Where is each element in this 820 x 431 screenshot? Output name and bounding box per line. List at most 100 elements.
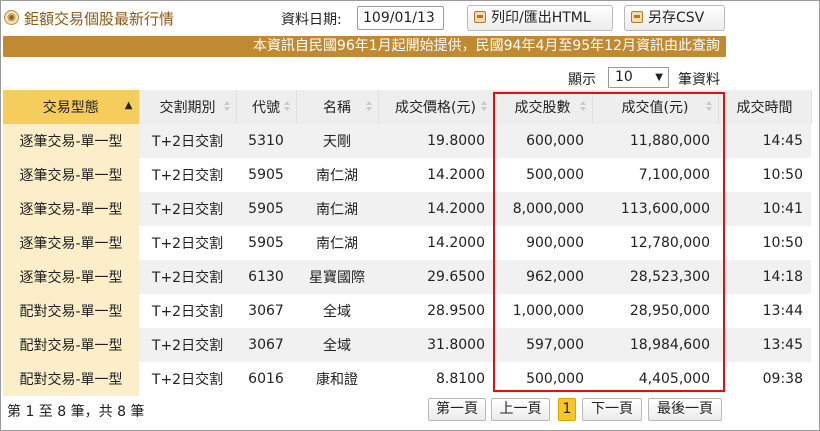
cell-code: 6016 bbox=[236, 362, 296, 396]
cell-code: 3067 bbox=[236, 294, 296, 328]
cell-trade-type: 逐筆交易-單一型 bbox=[3, 192, 139, 226]
cell-settlement: T+2日交割 bbox=[139, 362, 236, 396]
col-header-name[interactable]: 名稱 bbox=[296, 90, 379, 124]
cell-time: 13:45 bbox=[718, 328, 811, 362]
cell-name: 星寶國際 bbox=[296, 260, 378, 294]
page-size-select[interactable]: 10 ▼ bbox=[608, 67, 669, 88]
date-input[interactable]: 109/01/13 bbox=[357, 6, 444, 30]
cell-price: 14.2000 bbox=[378, 226, 493, 260]
first-page-button[interactable]: 第一頁 bbox=[428, 398, 486, 421]
cell-time: 13:44 bbox=[718, 294, 811, 328]
print-export-html-button[interactable]: 列印/匯出HTML bbox=[467, 5, 613, 31]
cell-settlement: T+2日交割 bbox=[139, 124, 236, 158]
col-header-value[interactable]: 成交值(元) bbox=[592, 90, 719, 124]
cell-time: 14:45 bbox=[718, 124, 811, 158]
cell-name: 全域 bbox=[296, 294, 378, 328]
sort-icon bbox=[283, 101, 290, 111]
cell-time: 10:50 bbox=[718, 158, 811, 192]
col-header-volume[interactable]: 成交股數 bbox=[493, 90, 593, 124]
cell-code: 5905 bbox=[236, 158, 296, 192]
chevron-down-icon: ▼ bbox=[655, 72, 663, 83]
cell-trade-type: 逐筆交易-單一型 bbox=[3, 226, 139, 260]
table-header-row: 交易型態 ▲ 交割期別 代號 名稱 成交價格(元) 成交股數 成交值(元) 成交時… bbox=[3, 90, 812, 124]
col-header-trade-type[interactable]: 交易型態 ▲ bbox=[3, 90, 140, 124]
col-header-label: 交易型態 bbox=[42, 100, 99, 116]
table-row: 逐筆交易-單一型 T+2日交割 5905 南仁湖 14.2000 900,000 12,78… bbox=[3, 226, 811, 260]
cell-settlement: T+2日交割 bbox=[139, 260, 236, 294]
cell-value: 18,984,600 bbox=[592, 328, 718, 362]
cell-code: 5905 bbox=[236, 192, 296, 226]
cell-time: 09:38 bbox=[718, 362, 811, 396]
cell-trade-type: 配對交易-單一型 bbox=[3, 328, 139, 362]
col-header-label: 名稱 bbox=[323, 100, 351, 116]
cell-volume: 500,000 bbox=[493, 362, 592, 396]
last-page-button[interactable]: 最後一頁 bbox=[648, 398, 722, 421]
table-row: 配對交易-單一型 T+2日交割 6016 康和證 8.8100 500,000 4,405,… bbox=[3, 362, 811, 396]
record-count-info: 第 1 至 8 筆，共 8 筆 bbox=[7, 404, 145, 420]
cell-price: 28.9500 bbox=[378, 294, 493, 328]
cell-value: 28,523,300 bbox=[592, 260, 718, 294]
current-page-button[interactable]: 1 bbox=[558, 398, 576, 421]
col-header-code[interactable]: 代號 bbox=[236, 90, 297, 124]
cell-settlement: T+2日交割 bbox=[139, 158, 236, 192]
save-icon bbox=[631, 11, 643, 23]
history-notice-link[interactable]: 本資訊自民國96年1月起開始提供，民國94年4月至95年12月資訊由此查詢 bbox=[3, 36, 726, 57]
table-row: 逐筆交易-單一型 T+2日交割 5905 南仁湖 14.2000 8,000,000 113… bbox=[3, 192, 811, 226]
cell-name: 南仁湖 bbox=[296, 192, 378, 226]
printer-icon bbox=[474, 11, 486, 23]
cell-name: 康和證 bbox=[296, 362, 378, 396]
cell-settlement: T+2日交割 bbox=[139, 192, 236, 226]
table-row: 配對交易-單一型 T+2日交割 3067 全域 31.8000 597,000 18,984… bbox=[3, 328, 811, 362]
cell-value: 113,600,000 bbox=[592, 192, 718, 226]
cell-name: 南仁湖 bbox=[296, 226, 378, 260]
cell-volume: 900,000 bbox=[493, 226, 592, 260]
page-size-value: 10 bbox=[615, 69, 633, 85]
sort-ascending-icon: ▲ bbox=[124, 100, 133, 111]
table-row: 逐筆交易-單一型 T+2日交割 5310 天剛 19.8000 600,000 11,880… bbox=[3, 124, 811, 158]
cell-trade-type: 配對交易-單一型 bbox=[3, 294, 139, 328]
cell-code: 3067 bbox=[236, 328, 296, 362]
col-header-label: 成交時間 bbox=[736, 100, 793, 116]
table-row: 逐筆交易-單一型 T+2日交割 5905 南仁湖 14.2000 500,000 7,100… bbox=[3, 158, 811, 192]
trades-table: 交易型態 ▲ 交割期別 代號 名稱 成交價格(元) 成交股數 成交值(元) 成交時… bbox=[3, 90, 812, 396]
cell-time: 10:41 bbox=[718, 192, 811, 226]
prev-page-button[interactable]: 上一頁 bbox=[491, 398, 550, 421]
date-label: 資料日期: bbox=[281, 12, 342, 28]
cell-trade-type: 逐筆交易-單一型 bbox=[3, 158, 139, 192]
cell-name: 南仁湖 bbox=[296, 158, 378, 192]
col-header-label: 交割期別 bbox=[159, 100, 216, 116]
cell-time: 14:18 bbox=[718, 260, 811, 294]
cell-price: 14.2000 bbox=[378, 192, 493, 226]
cell-price: 8.8100 bbox=[378, 362, 493, 396]
page-title: 鉅額交易個股最新行情 bbox=[24, 10, 175, 28]
table-row: 逐筆交易-單一型 T+2日交割 6130 星寶國際 29.6500 962,000 28,5… bbox=[3, 260, 811, 294]
cell-code: 5310 bbox=[236, 124, 296, 158]
next-page-button[interactable]: 下一頁 bbox=[582, 398, 642, 421]
cell-name: 天剛 bbox=[296, 124, 378, 158]
col-header-price[interactable]: 成交價格(元) bbox=[378, 90, 494, 124]
save-csv-button[interactable]: 另存CSV bbox=[624, 5, 725, 31]
display-suffix: 筆資料 bbox=[678, 72, 720, 88]
save-csv-button-label: 另存CSV bbox=[648, 10, 705, 26]
cell-name: 全域 bbox=[296, 328, 378, 362]
print-button-label: 列印/匯出HTML bbox=[491, 10, 591, 26]
col-header-label: 成交股數 bbox=[514, 100, 571, 116]
cell-settlement: T+2日交割 bbox=[139, 226, 236, 260]
display-prefix: 顯示 bbox=[568, 72, 596, 88]
cell-time: 10:50 bbox=[718, 226, 811, 260]
cell-volume: 962,000 bbox=[493, 260, 592, 294]
cell-settlement: T+2日交割 bbox=[139, 294, 236, 328]
col-header-label: 成交價格(元) bbox=[395, 100, 476, 116]
cell-value: 28,950,000 bbox=[592, 294, 718, 328]
bullet-icon: ◉ bbox=[4, 10, 19, 25]
sort-icon bbox=[480, 101, 487, 111]
cell-trade-type: 逐筆交易-單一型 bbox=[3, 260, 139, 294]
col-header-time[interactable]: 成交時間 bbox=[718, 90, 812, 124]
cell-value: 7,100,000 bbox=[592, 158, 718, 192]
cell-volume: 1,000,000 bbox=[493, 294, 592, 328]
col-header-settlement[interactable]: 交割期別 bbox=[139, 90, 237, 124]
sort-icon bbox=[223, 101, 230, 111]
cell-price: 14.2000 bbox=[378, 158, 493, 192]
cell-code: 5905 bbox=[236, 226, 296, 260]
cell-volume: 8,000,000 bbox=[493, 192, 592, 226]
